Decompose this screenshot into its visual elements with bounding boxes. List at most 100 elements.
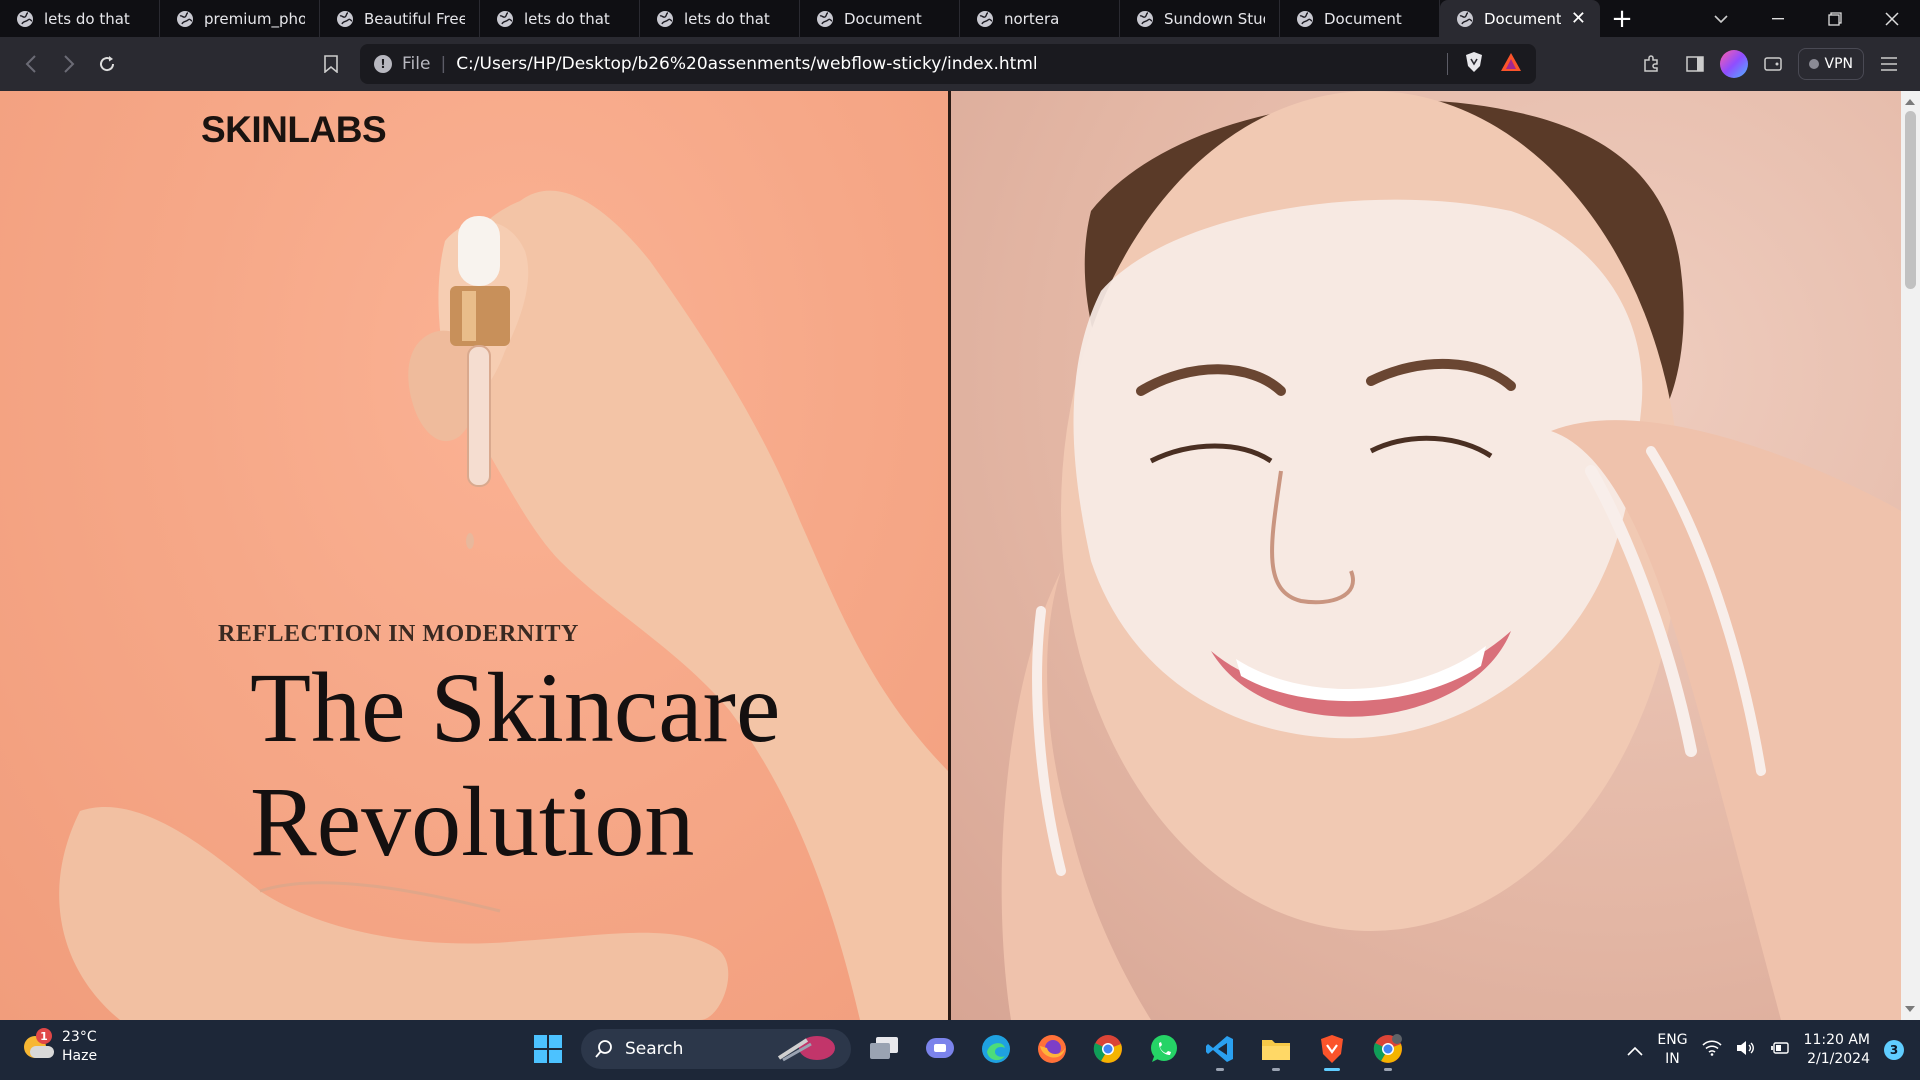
hero-headline: The Skincare Revolution [250,651,780,879]
weather-temp: 23°C [62,1029,97,1045]
firefox-icon[interactable] [1029,1026,1075,1072]
volume-icon[interactable] [1736,1040,1756,1060]
bookmark-icon[interactable] [312,45,350,83]
taskbar-search[interactable]: Search [581,1029,851,1069]
tray-overflow-chevron-icon[interactable] [1627,1041,1643,1060]
globe-icon [817,10,833,27]
browser-tab[interactable]: premium_photo- [160,0,320,37]
scroll-down-arrow[interactable] [1905,1006,1915,1012]
vpn-label: VPN [1824,56,1854,72]
browser-tab[interactable]: lets do that [0,0,160,37]
globe-icon [977,10,993,27]
globe-icon [657,10,673,27]
clock-date: 2/1/2024 [1807,1051,1870,1067]
url-separator: | [440,54,447,74]
tab-title: Sundown Studio [1164,9,1265,28]
tab-title: Document [844,9,922,28]
page-viewport: SKINLABS REFLECTION IN MODERNITY The Ski… [0,91,1920,1020]
tab-title: Beautiful Free Im [364,9,465,28]
woman-face-cleanser-image [1001,91,1901,1020]
tab-strip: lets do that premium_photo- Beautiful Free… [0,0,1920,37]
language-indicator[interactable]: ENG IN [1657,1031,1687,1069]
extensions-puzzle-icon[interactable] [1632,45,1670,83]
scroll-up-arrow[interactable] [1905,99,1915,105]
site-info-icon[interactable]: ! [374,55,392,73]
tab-title: premium_photo- [204,9,305,28]
url-text[interactable]: C:/Users/HP/Desktop/b26%20assenments/web… [456,54,1037,74]
file-explorer-icon[interactable] [1253,1026,1299,1072]
tab-title: lets do that [44,9,130,28]
tab-search-chevron-icon[interactable] [1692,0,1749,37]
address-bar[interactable]: ! File | C:/Users/HP/Desktop/b26%20assen… [360,44,1536,84]
browser-tab[interactable]: lets do that [640,0,800,37]
restore-button[interactable] [1806,0,1863,37]
whatsapp-icon[interactable] [1141,1026,1187,1072]
browser-tab[interactable]: nortera [960,0,1120,37]
headline-line-2: Revolution [250,766,695,877]
weather-badge: 1 [36,1028,52,1044]
chrome-dev-icon[interactable] [1365,1026,1411,1072]
weather-desc: Haze [62,1048,98,1064]
search-label: Search [625,1039,684,1059]
teams-chat-icon[interactable] [917,1026,963,1072]
close-window-button[interactable] [1863,0,1920,37]
browser-tab[interactable]: Document ✕ [1440,0,1600,37]
windows-taskbar: 1 23°C Haze Search ENG IN 11:20 AM 2/1/2… [0,1020,1920,1080]
wallet-icon[interactable] [1754,45,1792,83]
back-button[interactable] [12,45,50,83]
taskbar-apps: Search [525,1026,1411,1072]
close-tab-icon[interactable]: ✕ [1571,8,1586,29]
task-view-icon[interactable] [861,1026,907,1072]
vpn-button[interactable]: VPN [1797,48,1864,80]
sidebar-toggle-icon[interactable] [1676,45,1714,83]
globe-icon [1457,10,1473,27]
brand-logo[interactable]: SKINLABS [201,109,387,151]
weather-icon: 1 [22,1028,54,1062]
clock-time: 11:20 AM [1803,1032,1870,1048]
page-scrollbar[interactable] [1901,91,1920,1020]
tab-title: lets do that [684,9,770,28]
reload-button[interactable] [88,45,126,83]
browser-tab[interactable]: lets do that [480,0,640,37]
chrome-icon[interactable] [1085,1026,1131,1072]
system-tray: ENG IN 11:20 AM 2/1/2024 3 [1627,1020,1920,1080]
edge-browser-icon[interactable] [973,1026,1019,1072]
hero-left-panel: SKINLABS REFLECTION IN MODERNITY The Ski… [0,91,948,1020]
forward-button[interactable] [50,45,88,83]
tab-title: Document [1484,9,1561,28]
lang-bottom: IN [1665,1051,1680,1067]
browser-tab[interactable]: Sundown Studio [1120,0,1280,37]
minimize-button[interactable] [1749,0,1806,37]
browser-tab[interactable]: Beautiful Free Im [320,0,480,37]
url-scheme: File [402,54,431,74]
search-highlight-art-icon [777,1034,837,1064]
brave-shields-icon[interactable] [1464,51,1484,78]
profile-avatar[interactable] [1719,50,1748,78]
serum-dropper-hand-image [59,190,948,1020]
start-windows-icon[interactable] [525,1026,571,1072]
window-controls [1692,0,1920,37]
clock[interactable]: 11:20 AM 2/1/2024 [1804,1031,1870,1069]
notification-count-badge[interactable]: 3 [1884,1040,1904,1060]
weather-widget[interactable]: 1 23°C Haze [22,1028,97,1066]
brave-rewards-icon[interactable] [1500,52,1522,77]
browser-toolbar: ! File | C:/Users/HP/Desktop/b26%20assen… [0,37,1920,91]
search-icon [595,1040,612,1058]
menu-hamburger-icon[interactable] [1870,45,1908,83]
vscode-icon[interactable] [1197,1026,1243,1072]
globe-icon [177,10,193,27]
browser-tab[interactable]: Document [800,0,960,37]
headline-line-1: The Skincare [250,652,781,763]
tab-title: nortera [1004,9,1060,28]
battery-icon[interactable] [1770,1040,1790,1060]
brave-browser-icon[interactable] [1309,1026,1355,1072]
scroll-thumb[interactable] [1905,111,1916,289]
new-tab-button[interactable]: + [1600,0,1644,37]
globe-icon [497,10,513,27]
tab-title: Document [1324,9,1402,28]
globe-icon [1137,10,1153,27]
url-divider [1447,53,1448,75]
hero-right-panel [951,91,1901,1020]
browser-tab[interactable]: Document [1280,0,1440,37]
wifi-icon[interactable] [1701,1040,1722,1060]
